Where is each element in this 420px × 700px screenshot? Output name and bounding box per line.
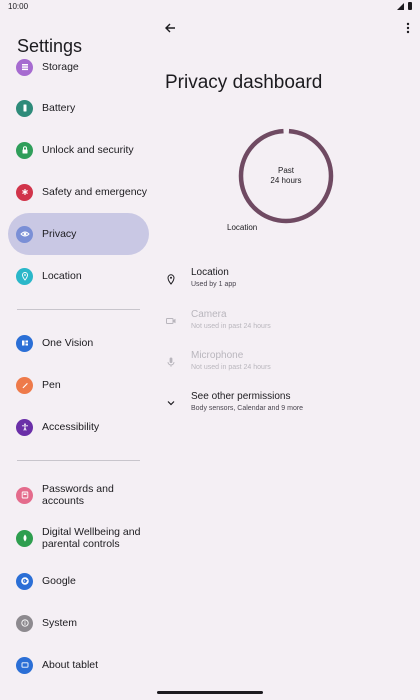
microphone-icon	[167, 357, 175, 367]
more-vert-icon[interactable]	[404, 20, 412, 36]
page-title: Privacy dashboard	[165, 72, 323, 93]
permission-title: Microphone	[191, 350, 244, 361]
sidebar-item-unlock-security[interactable]: Unlock and security	[8, 129, 149, 171]
sidebar-item-label: Unlock and security	[42, 144, 134, 156]
permission-subtitle: Used by 1 app	[191, 281, 237, 288]
permission-location[interactable]: Location Used by 1 app	[158, 267, 420, 297]
settings-title: Settings	[17, 36, 93, 57]
lock-icon	[16, 141, 33, 159]
sidebar-item-system[interactable]: System	[8, 602, 149, 644]
one-vision-icon	[16, 334, 33, 352]
sidebar-item-label: Privacy	[42, 228, 77, 240]
storage-icon	[16, 58, 33, 76]
permission-title: See other permissions	[191, 391, 291, 402]
sidebar-item-privacy[interactable]: Privacy	[8, 213, 149, 255]
sidebar-item-passwords-accounts[interactable]: Passwords and accounts	[8, 474, 149, 516]
asterisk-icon	[16, 183, 33, 201]
accessibility-icon	[16, 418, 33, 436]
sidebar-item-battery[interactable]: Battery	[8, 87, 149, 129]
wellbeing-icon	[16, 529, 33, 547]
donut-center-label: Past 24 hours	[238, 166, 334, 186]
permission-subtitle: Body sensors, Calendar and 9 more	[191, 405, 304, 412]
sidebar-item-one-vision[interactable]: One Vision	[8, 322, 149, 364]
battery-icon	[16, 99, 33, 117]
google-icon	[16, 572, 33, 590]
sidebar-item-location[interactable]: Location	[8, 255, 149, 297]
tablet-icon	[16, 656, 33, 674]
permission-microphone[interactable]: Microphone Not used in past 24 hours	[158, 350, 420, 380]
sidebar-item-label: Passwords and accounts	[42, 483, 114, 507]
permission-subtitle: Not used in past 24 hours	[191, 364, 271, 371]
sidebar-item-digital-wellbeing[interactable]: Digital Wellbeing and parental controls	[8, 517, 149, 559]
sidebar-item-label: Google	[42, 575, 76, 587]
donut-line-1: Past	[277, 166, 294, 175]
sidebar-item-label: Battery	[42, 102, 76, 114]
sidebar-item-about-tablet[interactable]: About tablet	[8, 644, 149, 686]
sidebar-item-label: Digital Wellbeing and parental controls	[42, 526, 141, 550]
privacy-dashboard-pane: Privacy dashboard Past 24 hours Location…	[158, 0, 420, 700]
pen-icon	[16, 376, 33, 394]
eye-icon	[16, 225, 33, 243]
sidebar-item-label: Accessibility	[42, 421, 100, 433]
see-other-permissions[interactable]: See other permissions Body sensors, Cale…	[158, 391, 420, 421]
info-icon	[16, 614, 33, 632]
location-pin-icon	[16, 267, 33, 285]
sidebar-item-label: One Vision	[42, 337, 94, 349]
chevron-down-icon	[167, 401, 175, 406]
donut-legend-location: Location	[227, 223, 258, 232]
sidebar-item-google[interactable]: Google	[8, 560, 149, 602]
sidebar-item-label: Location	[42, 270, 82, 282]
sidebar-item-accessibility[interactable]: Accessibility	[8, 406, 149, 448]
sidebar-item-label: Pen	[42, 379, 61, 391]
divider	[17, 460, 140, 461]
sidebar-item-label: About tablet	[42, 659, 99, 671]
back-arrow-icon[interactable]	[162, 20, 178, 36]
sidebar-item-label: System	[42, 617, 78, 629]
settings-nav-pane: Settings Storage Battery Unlock and secu…	[0, 0, 158, 700]
sidebar-item-safety-emergency[interactable]: Safety and emergency	[8, 171, 149, 213]
location-pin-icon	[167, 274, 175, 285]
sidebar-item-pen[interactable]: Pen	[8, 364, 149, 406]
sidebar-item-label: Storage	[42, 61, 79, 73]
donut-line-2: 24 hours	[270, 176, 302, 185]
permission-subtitle: Not used in past 24 hours	[191, 323, 271, 330]
divider	[17, 309, 140, 310]
account-icon	[16, 486, 33, 504]
home-indicator[interactable]	[157, 691, 263, 694]
camera-icon	[166, 318, 176, 324]
permission-camera[interactable]: Camera Not used in past 24 hours	[158, 309, 420, 339]
sidebar-item-storage[interactable]: Storage	[8, 56, 149, 78]
sidebar-item-label: Safety and emergency	[42, 186, 148, 198]
permission-title: Camera	[191, 309, 227, 320]
permission-title: Location	[191, 267, 229, 278]
